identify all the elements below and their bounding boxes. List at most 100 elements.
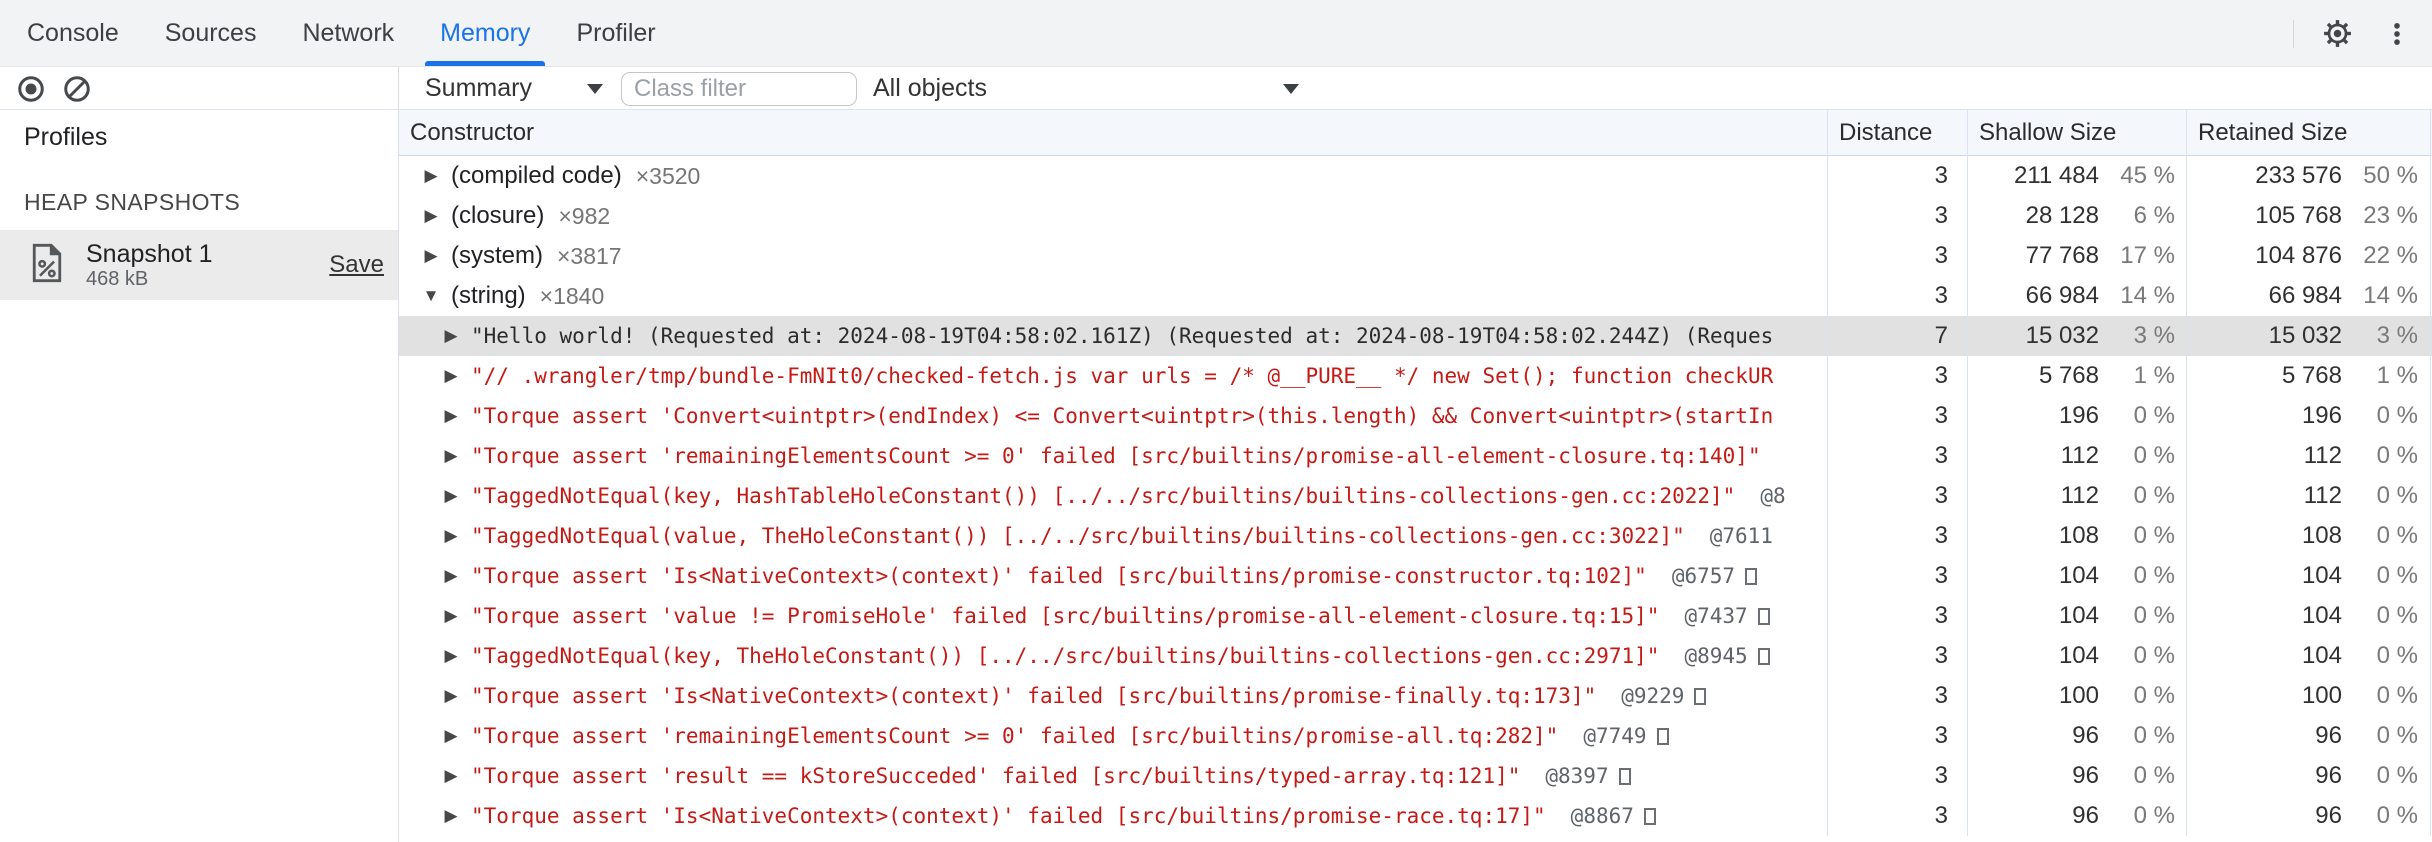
disclosure-triangle-icon[interactable]: ▶ — [422, 246, 440, 266]
distance-cell: 3 — [1934, 242, 1948, 269]
disclosure-triangle-icon[interactable]: ▶ — [422, 206, 440, 226]
object-id: @8867 — [1570, 804, 1634, 828]
table-row[interactable]: ▶ "// .wrangler/tmp/bundle-FmNIt0/checke… — [399, 356, 2432, 396]
table-row[interactable]: ▶ (compiled code) ×3520 3 211 484 45 % 23… — [399, 156, 2432, 196]
shallow-size-cell: 96 0 % — [2072, 802, 2175, 829]
table-row[interactable]: ▶ "Torque assert 'value != PromiseHole' … — [399, 596, 2432, 636]
disclosure-triangle-icon[interactable]: ▶ — [422, 166, 440, 186]
disclosure-triangle-icon[interactable]: ▶ — [442, 366, 460, 386]
table-row[interactable]: ▶ "Torque assert 'Is<NativeContext>(cont… — [399, 796, 2432, 836]
table-row[interactable]: ▶ "Torque assert 'remainingElementsCount… — [399, 716, 2432, 756]
shallow-size-cell: 66 984 14 % — [2025, 282, 2175, 309]
tab-console[interactable]: Console — [4, 0, 142, 66]
shallow-size-cell: 112 0 % — [2060, 442, 2175, 469]
perspective-select[interactable]: Summary — [425, 74, 603, 103]
constructor-cell: ▶ "TaggedNotEqual(key, HashTableHoleCons… — [399, 476, 1828, 516]
constructor-cell: ▶ "Hello world! (Requested at: 2024-08-1… — [399, 316, 1828, 356]
row-label: (compiled code) — [451, 162, 622, 189]
shallow-size-cell: 108 0 % — [2058, 522, 2175, 549]
shallow-size-cell: 104 0 % — [2058, 602, 2175, 629]
disclosure-triangle-icon[interactable]: ▶ — [442, 646, 460, 666]
table-row[interactable]: ▶ "Torque assert 'result == kStoreSucced… — [399, 756, 2432, 796]
column-header-constructor[interactable]: Constructor — [399, 110, 1828, 155]
table-row[interactable]: ▶ "Torque assert 'Convert<uintptr>(endIn… — [399, 396, 2432, 436]
disclosure-triangle-icon[interactable]: ▶ — [442, 766, 460, 786]
shallow-size-cell: 15 032 3 % — [2025, 322, 2175, 349]
distance-cell: 3 — [1934, 522, 1948, 549]
row-label: (closure) — [451, 202, 545, 229]
clear-icon[interactable] — [60, 72, 94, 106]
row-label: "Torque assert 'Convert<uintptr>(endInde… — [471, 404, 1774, 428]
disclosure-triangle-icon[interactable]: ▶ — [442, 486, 460, 506]
row-count: ×1840 — [539, 282, 605, 309]
column-header-shallow-size[interactable]: Shallow Size — [1968, 110, 2187, 155]
table-row[interactable]: ▶ "TaggedNotEqual(value, TheHoleConstant… — [399, 516, 2432, 556]
profiles-sidebar: Profiles HEAP SNAPSHOTS Snapshot 1 468 k… — [0, 110, 399, 842]
column-header-retained-size[interactable]: Retained Size — [2187, 110, 2432, 155]
class-filter-input[interactable] — [621, 71, 857, 106]
distance-cell: 3 — [1934, 282, 1948, 309]
sidebar-item-snapshot-1[interactable]: Snapshot 1 468 kB Save — [0, 230, 398, 300]
distance-cell: 3 — [1934, 642, 1948, 669]
table-row[interactable]: ▶ "TaggedNotEqual(key, TheHoleConstant()… — [399, 636, 2432, 676]
missing-glyph-box-icon — [1656, 727, 1669, 745]
object-id: @7749 — [1583, 724, 1647, 748]
column-divider — [2186, 110, 2187, 836]
constructor-cell: ▶ "TaggedNotEqual(value, TheHoleConstant… — [399, 516, 1828, 556]
object-id: @8945 — [1684, 644, 1748, 668]
column-divider — [1967, 110, 1968, 836]
objects-select[interactable]: All objects — [873, 74, 1305, 103]
shallow-size-cell: 112 0 % — [2060, 482, 2175, 509]
distance-cell: 3 — [1934, 362, 1948, 389]
distance-cell: 3 — [1934, 562, 1948, 589]
record-icon[interactable] — [14, 72, 48, 106]
table-row[interactable]: ▶ (closure) ×982 3 28 128 6 % 105 768 23 % — [399, 196, 2432, 236]
missing-glyph-box-icon — [1643, 807, 1656, 825]
tab-network[interactable]: Network — [279, 0, 417, 66]
row-count: ×982 — [558, 202, 611, 229]
table-row[interactable]: ▶ (system) ×3817 3 77 768 17 % 104 876 22 … — [399, 236, 2432, 276]
tab-sources[interactable]: Sources — [142, 0, 280, 66]
disclosure-triangle-icon[interactable]: ▼ — [422, 286, 440, 306]
missing-glyph-box-icon — [1618, 767, 1631, 785]
missing-glyph-box-icon — [1694, 687, 1707, 705]
column-header-distance[interactable]: Distance — [1828, 110, 1968, 155]
disclosure-triangle-icon[interactable]: ▶ — [442, 446, 460, 466]
disclosure-triangle-icon[interactable]: ▶ — [442, 726, 460, 746]
table-row[interactable]: ▶ "TaggedNotEqual(key, HashTableHoleCons… — [399, 476, 2432, 516]
table-row[interactable]: ▶ "Hello world! (Requested at: 2024-08-1… — [399, 316, 2432, 356]
heap-snapshot-grid: Constructor Distance Shallow Size Retain… — [399, 110, 2432, 836]
disclosure-triangle-icon[interactable]: ▶ — [442, 326, 460, 346]
retained-size-cell: 96 0 % — [2315, 722, 2418, 749]
disclosure-triangle-icon[interactable]: ▶ — [442, 526, 460, 546]
constructor-cell: ▶ "TaggedNotEqual(key, TheHoleConstant()… — [399, 636, 1828, 676]
gear-icon[interactable] — [2320, 17, 2354, 51]
constructor-cell: ▶ "Torque assert 'Convert<uintptr>(endIn… — [399, 396, 1828, 436]
table-row[interactable]: ▶ "Torque assert 'Is<NativeContext>(cont… — [399, 676, 2432, 716]
row-label: "Torque assert 'value != PromiseHole' fa… — [471, 604, 1660, 628]
table-row[interactable]: ▶ "Torque assert 'remainingElementsCount… — [399, 436, 2432, 476]
tab-profiler[interactable]: Profiler — [553, 0, 678, 66]
disclosure-triangle-icon[interactable]: ▶ — [442, 806, 460, 826]
row-label: "Torque assert 'remainingElementsCount >… — [471, 444, 1761, 468]
kebab-menu-icon[interactable] — [2380, 17, 2414, 51]
constructor-cell: ▶ "Torque assert 'Is<NativeContext>(cont… — [399, 796, 1828, 836]
disclosure-triangle-icon[interactable]: ▶ — [442, 686, 460, 706]
tab-memory[interactable]: Memory — [417, 0, 553, 66]
divider — [2293, 19, 2294, 48]
shallow-size-cell: 104 0 % — [2058, 642, 2175, 669]
table-row[interactable]: ▼ (string) ×1840 3 66 984 14 % 66 984 14 % — [399, 276, 2432, 316]
save-link[interactable]: Save — [329, 251, 384, 279]
distance-cell: 3 — [1934, 602, 1948, 629]
disclosure-triangle-icon[interactable]: ▶ — [442, 606, 460, 626]
disclosure-triangle-icon[interactable]: ▶ — [442, 566, 460, 586]
distance-cell: 3 — [1934, 682, 1948, 709]
shallow-size-cell: 104 0 % — [2058, 562, 2175, 589]
object-id: @8397 — [1545, 764, 1609, 788]
heap-snapshots-section-label: HEAP SNAPSHOTS — [24, 189, 241, 215]
distance-cell: 3 — [1934, 402, 1948, 429]
table-row[interactable]: ▶ "Torque assert 'Is<NativeContext>(cont… — [399, 556, 2432, 596]
objects-value: All objects — [873, 74, 987, 102]
profiler-controls — [0, 67, 399, 110]
disclosure-triangle-icon[interactable]: ▶ — [442, 406, 460, 426]
